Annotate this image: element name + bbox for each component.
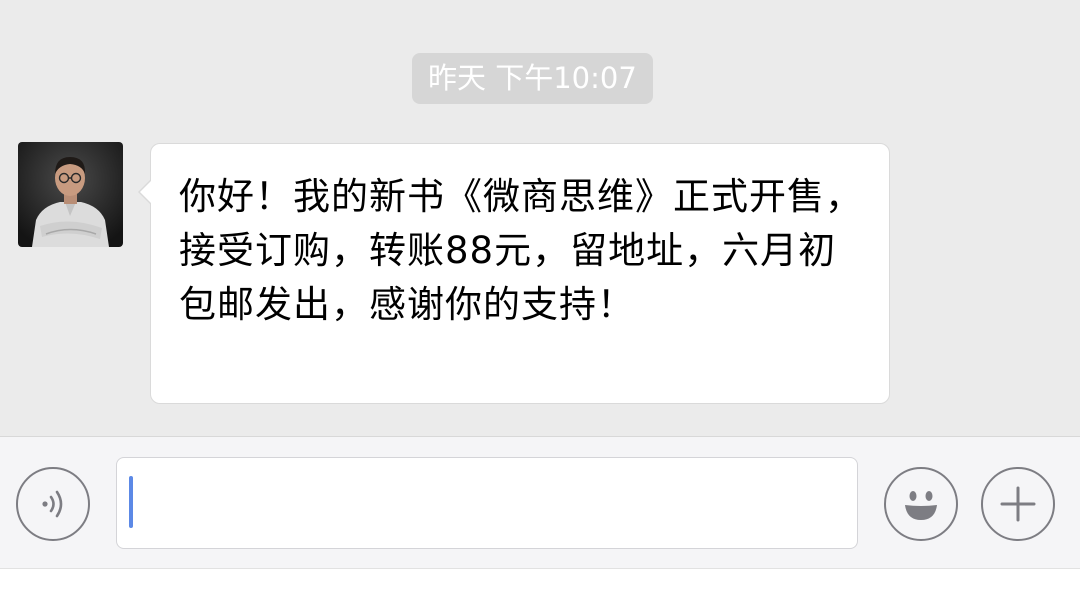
contact-avatar[interactable] bbox=[18, 142, 123, 247]
plus-icon bbox=[1000, 486, 1036, 522]
chat-area[interactable]: 昨天 下午10:07 你好！我的新书《微商思维》正式开售，接受订购，转账88元，… bbox=[0, 0, 1080, 436]
more-button[interactable] bbox=[981, 467, 1055, 541]
bottom-strip bbox=[0, 568, 1080, 594]
avatar-image bbox=[18, 142, 123, 247]
bubble-tail bbox=[140, 180, 152, 204]
message-text: 你好！我的新书《微商思维》正式开售，接受订购，转账88元，留地址，六月初包邮发出… bbox=[179, 175, 863, 326]
emoji-button[interactable] bbox=[884, 467, 958, 541]
voice-button[interactable] bbox=[16, 467, 90, 541]
message-bubble[interactable]: 你好！我的新书《微商思维》正式开售，接受订购，转账88元，留地址，六月初包邮发出… bbox=[150, 143, 890, 404]
text-cursor bbox=[129, 476, 133, 528]
emoji-icon bbox=[905, 491, 937, 520]
message-input[interactable] bbox=[116, 457, 858, 549]
message-timestamp: 昨天 下午10:07 bbox=[412, 53, 653, 104]
voice-icon bbox=[42, 490, 63, 518]
